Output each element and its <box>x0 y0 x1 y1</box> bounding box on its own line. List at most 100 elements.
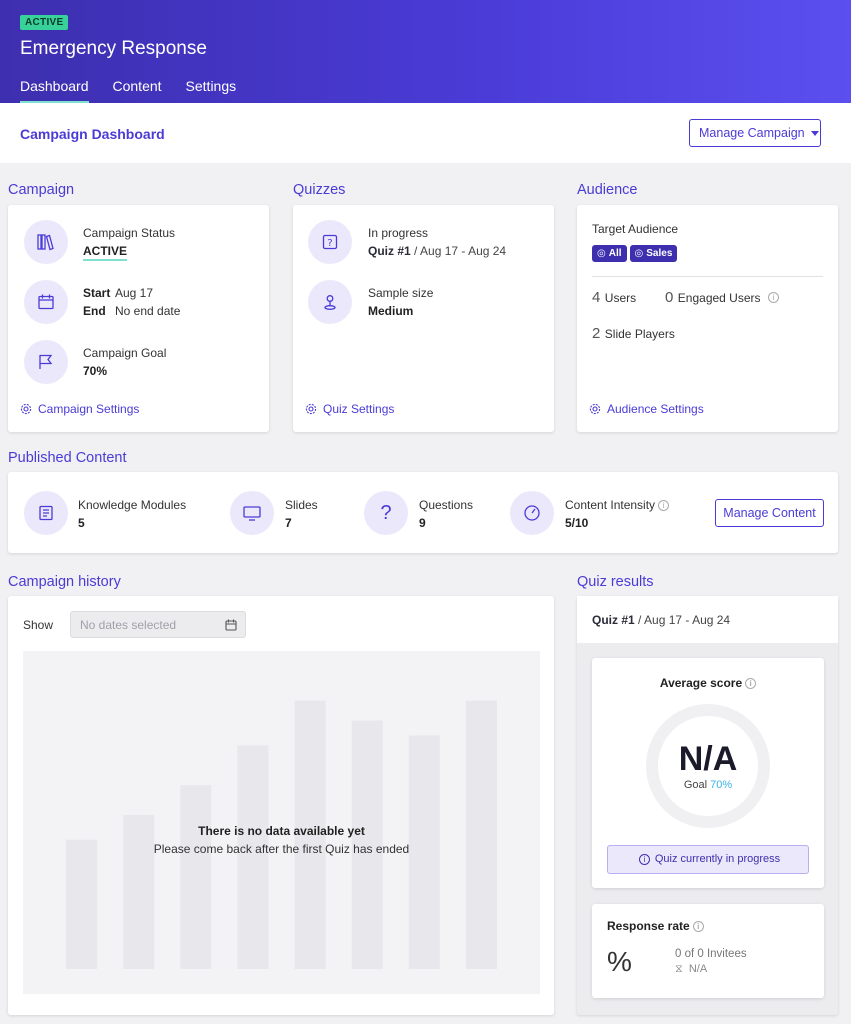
end-value: No end date <box>115 304 181 318</box>
campaign-goal-value: 70% <box>83 364 108 378</box>
date-range-placeholder: No dates selected <box>80 618 177 632</box>
slide-players-count: 2 <box>592 325 601 342</box>
quiz-settings-link[interactable]: Quiz Settings <box>305 402 394 416</box>
tab-dashboard[interactable]: Dashboard <box>20 78 89 103</box>
audience-settings-label: Audience Settings <box>607 402 704 416</box>
gear-icon <box>589 403 601 415</box>
sample-size-value: Medium <box>368 304 414 318</box>
question-icon: ? <box>364 491 408 535</box>
history-bar <box>180 785 212 969</box>
audience-tag[interactable]: ◎ Sales <box>629 245 678 262</box>
quiz-in-progress-notice: i Quiz currently in progress <box>607 845 809 874</box>
campaign-goal-label: Campaign Goal <box>83 346 167 360</box>
response-rate-label: Response rate i <box>607 919 704 933</box>
audience-settings-link[interactable]: Audience Settings <box>589 402 704 416</box>
history-bar <box>237 745 269 969</box>
date-range-picker[interactable]: No dates selected <box>70 611 246 638</box>
users-label: Users <box>604 291 637 305</box>
average-score-label: Average score i <box>592 676 824 690</box>
tab-settings[interactable]: Settings <box>186 78 237 103</box>
audience-tag[interactable]: ◎ All <box>592 245 627 262</box>
divider <box>592 276 823 277</box>
page-subheader: Campaign Dashboard Manage Campaign <box>0 103 851 163</box>
quizzes-card: ? In progress Quiz #1 / Aug 17 - Aug 24 … <box>293 205 554 432</box>
audience-tag-label: Sales <box>646 248 673 259</box>
manage-campaign-label: Manage Campaign <box>699 126 805 140</box>
app-header: ACTIVE Emergency Response Dashboard Cont… <box>0 0 851 103</box>
quiz-results-quiz-dates: / Aug 17 - Aug 24 <box>638 613 731 627</box>
book-icon <box>24 491 68 535</box>
info-icon[interactable]: i <box>692 921 704 933</box>
quiz-results-header: Quiz #1 / Aug 17 - Aug 24 <box>577 596 838 643</box>
manage-campaign-button[interactable]: Manage Campaign <box>689 119 821 147</box>
campaign-settings-link[interactable]: Campaign Settings <box>20 402 139 416</box>
campaign-status-label: Campaign Status <box>83 226 176 240</box>
engaged-users-count: 0 <box>665 289 674 306</box>
show-label: Show <box>23 618 54 632</box>
target-audience-label: Target Audience <box>592 222 679 236</box>
info-icon[interactable]: i <box>767 292 779 304</box>
monitor-icon <box>230 491 274 535</box>
slides-label: Slides <box>285 498 318 512</box>
target-icon: ◎ <box>597 248 606 259</box>
quizzes-section-title: Quizzes <box>293 182 346 198</box>
audience-section-title: Audience <box>577 182 638 198</box>
audience-tag-label: All <box>608 248 622 259</box>
end-label: End <box>83 304 106 318</box>
campaign-title: Emergency Response <box>20 38 207 59</box>
hourglass-icon: ⧖ <box>675 963 683 975</box>
library-icon <box>24 220 68 264</box>
quiz-in-progress-text: Quiz currently in progress <box>654 853 781 865</box>
target-icon: ◎ <box>634 248 644 259</box>
questions-label: Questions <box>419 498 474 512</box>
manage-content-button[interactable]: Manage Content <box>715 499 824 527</box>
tab-bar: Dashboard Content Settings <box>20 78 236 103</box>
calendar-icon <box>225 619 237 631</box>
info-icon: i <box>638 853 650 865</box>
questions-value: 9 <box>419 516 426 530</box>
history-chart-area: There is no data available yet Please co… <box>23 651 540 994</box>
published-content-title: Published Content <box>8 450 127 466</box>
info-icon[interactable]: i <box>658 500 670 512</box>
history-bar <box>123 814 155 969</box>
knowledge-modules-value: 5 <box>78 516 85 530</box>
slide-players-stat: 2 Slide Players <box>592 325 675 343</box>
score-goal-value: 70% <box>710 779 733 791</box>
slide-players-label: Slide Players <box>604 327 675 341</box>
start-value: Aug 17 <box>115 286 154 300</box>
history-chart <box>66 700 497 969</box>
quiz-dates: / Aug 17 - Aug 24 <box>414 244 507 258</box>
current-quiz: Quiz #1 / Aug 17 - Aug 24 <box>368 244 506 258</box>
page-title: Campaign Dashboard <box>20 126 165 142</box>
invitees-count: 0 of 0 Invitees <box>675 948 747 960</box>
gauge-icon <box>510 491 554 535</box>
response-rate-panel: Response rate i % 0 of 0 Invitees ⧖ N/A <box>592 904 824 998</box>
quiz-results-card: Quiz #1 / Aug 17 - Aug 24 Average score i… <box>577 596 838 1015</box>
users-stat: 4 Users <box>592 289 636 307</box>
quiz-results-quiz: Quiz #1 / Aug 17 - Aug 24 <box>592 613 730 627</box>
flag-icon <box>24 340 68 384</box>
caret-down-icon <box>810 131 819 137</box>
campaign-history-card: Show No dates selected There is no data … <box>8 596 554 1015</box>
campaign-status-value: ACTIVE <box>83 244 128 261</box>
engaged-users-label: Engaged Users <box>677 291 761 305</box>
svg-text:?: ? <box>327 238 332 249</box>
score-goal-label: Goal <box>683 779 708 791</box>
response-rate-text: Response rate <box>607 919 690 933</box>
empty-state-subtitle: Please come back after the first Quiz ha… <box>153 842 410 856</box>
sample-size-label: Sample size <box>368 286 434 300</box>
start-label: Start <box>83 286 111 300</box>
response-time: ⧖ N/A <box>675 963 707 976</box>
location-pin-icon <box>308 280 352 324</box>
score-goal: Goal 70% <box>592 779 824 791</box>
slides-value: 7 <box>285 516 292 530</box>
history-bar <box>66 839 98 969</box>
quiz-icon: ? <box>308 220 352 264</box>
info-icon[interactable]: i <box>745 678 757 690</box>
average-score-panel: Average score i N/A Goal 70% i Quiz curren… <box>592 658 824 888</box>
empty-state-title: There is no data available yet <box>198 824 365 838</box>
response-time-value: N/A <box>688 963 708 975</box>
tab-content[interactable]: Content <box>113 78 162 103</box>
knowledge-modules-label: Knowledge Modules <box>78 498 187 512</box>
campaign-section-title: Campaign <box>8 182 75 198</box>
